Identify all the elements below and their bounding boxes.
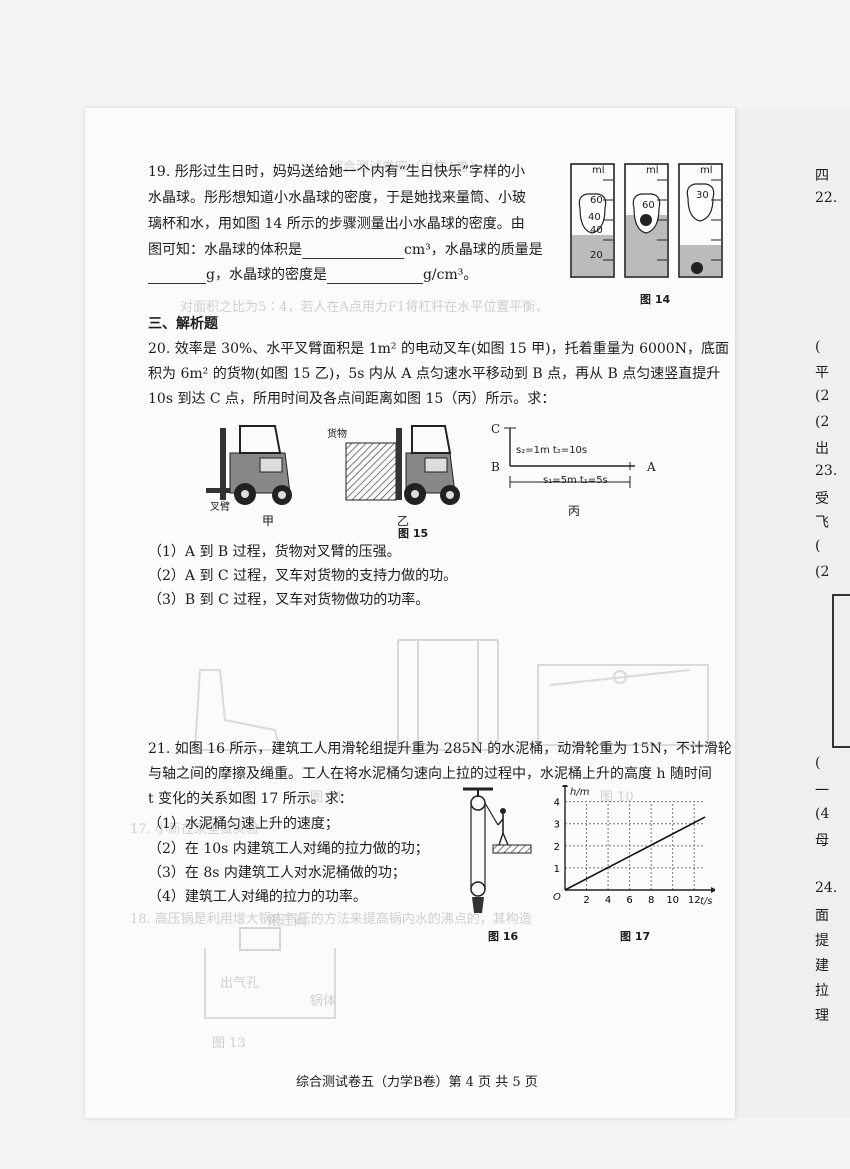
edge-char: 理 [815,1008,829,1024]
q19-text: g，水晶球的密度是 [206,267,327,283]
figure-16-caption: 图 16 [488,930,519,943]
segment-label: s₁=5m t₁=5s [543,475,608,486]
ghost-text: 图 13 [212,1036,246,1051]
y-tick-label: 1 [554,864,560,875]
cargo-label: 货物 [327,429,347,440]
data-line [564,816,706,891]
q19-line: 19. 彤彤过生日时，妈妈送给她一个内有“生日快乐”字样的小 [148,164,526,180]
cylinder-unit: ml [646,165,659,176]
x-tick-label: 12 [688,895,701,906]
answer-blank-density[interactable] [326,267,423,284]
edge-char: 一 [815,783,829,799]
q19-line: g，水晶球的密度是 g/cm³。 [148,266,477,284]
edge-char: 四 [815,168,829,184]
point-b: B [491,460,500,474]
section-heading: 三、解析题 [148,316,218,332]
q20-subquestion: （3）B 到 C 过程，叉车对货物做功的功率。 [148,592,430,608]
page-footer: 综合测试卷五（力学B卷）第 4 页 共 5 页 [296,1075,538,1090]
point-c: C [491,422,501,436]
q19-text: g/cm³。 [422,267,478,283]
graph-origin: O [553,892,561,903]
edge-char: (4 [815,806,830,822]
cylinder-tick: 60 [590,195,603,206]
q21-subquestion: （4）建筑工人对绳的拉力的功率。 [148,889,367,905]
edge-char: 受 [815,491,829,507]
edge-char: 飞 [815,515,829,531]
edge-char: 面 [815,908,829,924]
x-tick-label: 6 [626,895,632,906]
q20-line: 20. 效率是 30%、水平叉臂面积是 1m² 的电动叉车(如图 15 甲)，托… [148,341,729,357]
cylinder-tick: 20 [590,250,603,261]
y-axis-arrow [562,785,568,787]
q20-line: 积为 6m² 的货物(如图 15 乙)，5s 内从 A 点匀速水平移动到 B 点… [148,366,721,382]
x-tick-label: 2 [583,895,589,906]
next-page-edge: 四 22. ( 平 (2 (2 出 23. 受 飞 ( (2 ( 一 (4 母 … [735,108,850,1118]
q21-subquestion: （1）水泥桶匀速上升的速度； [148,816,339,832]
edge-char: 提 [815,933,829,949]
cylinder-2 [624,163,669,278]
edge-char: 出 [815,441,829,457]
x-tick-label: 8 [648,895,654,906]
q21-subquestion: （3）在 8s 内建筑工人对水泥桶做的功； [148,865,406,881]
edge-char: ( [815,538,821,554]
edge-char: ( [815,339,821,355]
figure-17-caption: 图 17 [620,930,651,943]
cylinder-reading: 40 [588,212,601,223]
edge-char: 平 [815,365,829,381]
edge-box [832,594,850,748]
x-axis-arrow [711,887,715,893]
y-tick-label: 3 [554,820,560,831]
q19-line: 璃杯和水，用如图 14 所示的步骤测量出小水晶球的密度。由 [148,216,525,232]
edge-char: 母 [815,833,829,849]
q20-subquestion: （2）A 到 C 过程，叉车对货物的支持力做的功。 [148,568,458,584]
ghost-text: 对面积之比为5∶4，若人在A点用力F1将杠杆在水平位置平衡， [180,300,549,315]
q20-line: 10s 到达 C 点，所用时间及各点间距离如图 15（丙）所示。求： [148,391,556,407]
graph-x-label: t/s [700,896,713,907]
ghost-cooker [204,927,336,1019]
answer-blank-volume[interactable] [302,242,404,259]
graph-y-label: h/m [570,787,590,798]
forklift-jia [206,425,292,505]
point-a: A [647,460,656,474]
q19-line: 水晶球。彤彤想知道小水晶球的密度，于是她找来量筒、小玻 [148,190,526,206]
sub-figure-label: 甲 [262,514,275,528]
q21-subquestion: （2）在 10s 内建筑工人对绳的拉力做的功； [148,841,429,857]
segment-label: s₂=1m t₂=10s [516,445,588,456]
q21-line: 与轴之间的摩擦及绳重。工人在将水泥桶匀速向上拉的过程中，水泥桶上升的高度 h 随… [148,766,712,782]
x-tick-label: 10 [666,895,679,906]
figure-17-graph: 2 4 6 8 10 121234 [554,785,715,906]
cylinder-reading: 30 [696,190,709,201]
answer-blank-mass[interactable] [148,267,206,284]
forklift-yi [345,425,460,505]
edge-char: 拉 [815,983,829,999]
edge-char: 建 [815,958,829,974]
y-tick-label: 4 [554,798,560,809]
edge-char: 24. [815,880,838,896]
figure-15-caption: 图 15 [398,527,429,540]
cylinder-tick: 40 [590,225,603,236]
edge-char: ( [815,755,821,771]
edge-char: (2 [815,414,830,430]
edge-char: 22. [815,190,838,206]
figure-14-caption: 图 14 [640,293,671,306]
cylinder-reading: 60 [642,200,655,211]
y-tick-label: 2 [554,842,560,853]
cylinder-3 [678,163,723,278]
sub-figure-label: 丙 [568,504,581,518]
q19-line: 图可知：水晶球的体积是 cm³，水晶球的质量是 [148,241,543,259]
cylinder-unit: ml [700,165,713,176]
q19-text: cm³，水晶球的质量是 [404,242,543,258]
figure-16-pulley [463,787,532,913]
edge-char: (2 [815,388,830,404]
x-tick-label: 4 [605,895,611,906]
fork-label: 叉臂 [210,502,230,513]
q19-text: 图可知：水晶球的体积是 [148,242,302,258]
cylinder-unit: ml [592,165,605,176]
q21-line: 21. 如图 16 所示，建筑工人用滑轮组提升重为 285N 的水泥桶，动滑轮重… [148,741,732,757]
edge-char: 23. [815,463,838,479]
q21-line: t 变化的关系如图 17 所示。求： [148,791,353,807]
edge-char: (2 [815,564,830,580]
figure-15-path-diagram [504,427,635,488]
q20-subquestion: （1）A 到 B 过程，货物对叉臂的压强。 [148,544,401,560]
